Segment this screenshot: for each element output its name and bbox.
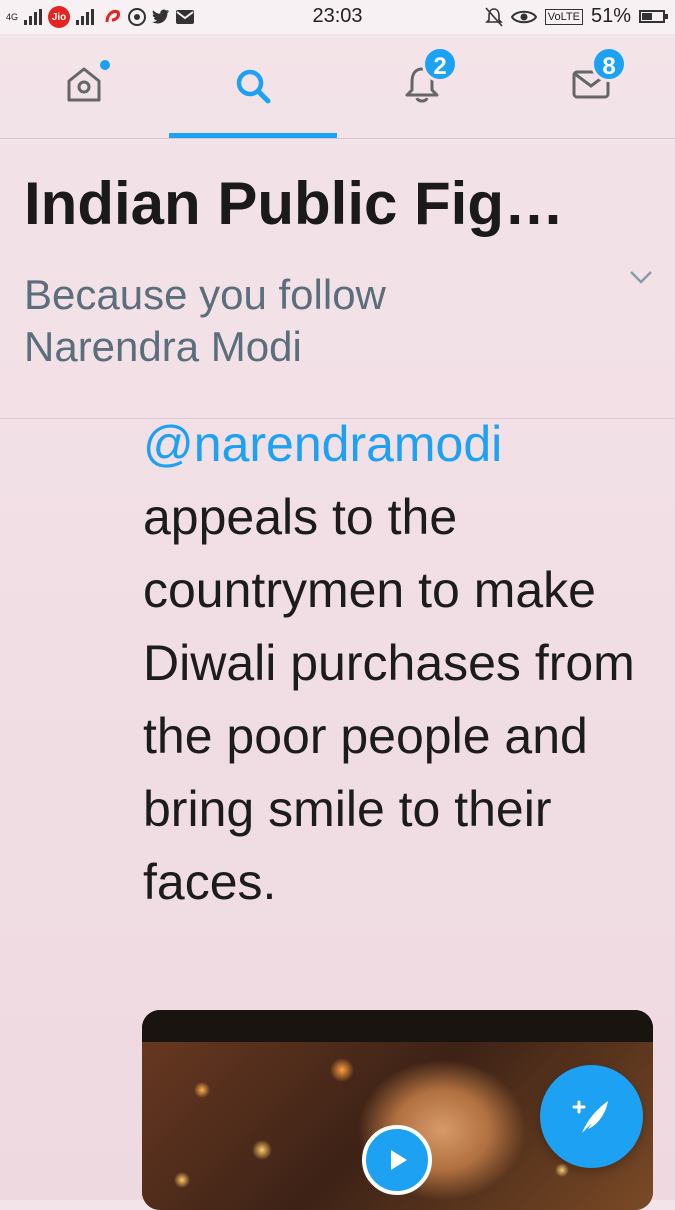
compose-tweet-button[interactable] [540, 1065, 643, 1168]
notifications-badge: 2 [422, 45, 458, 82]
page-title: Indian Public Fig… [24, 170, 564, 237]
messages-badge: 8 [591, 45, 627, 82]
volte-indicator: VoLTE [544, 8, 583, 25]
mute-bell-icon [484, 6, 503, 27]
tab-notifications-icon-wrap: 2 [402, 45, 458, 109]
status-bar-right: VoLTE 51% [484, 5, 668, 28]
battery-icon [639, 10, 668, 23]
tab-messages[interactable]: 8 [507, 34, 675, 138]
battery-fill [642, 13, 653, 20]
tweet-mention-link[interactable]: @narendramodi [143, 408, 653, 481]
home-new-dot [100, 59, 110, 70]
tab-home[interactable] [0, 34, 168, 138]
header-menu-button[interactable] [629, 269, 653, 290]
status-bar: 4G Jio 23:03 VoLTE 51% [0, 0, 675, 34]
tab-search[interactable] [169, 34, 337, 138]
tab-bar: 2 8 [0, 34, 675, 139]
search-icon [236, 69, 271, 104]
eye-icon [510, 10, 537, 23]
tab-home-icon-wrap [64, 59, 110, 109]
tab-notifications[interactable]: 2 [338, 34, 506, 138]
compose-feather-icon [572, 1100, 608, 1133]
battery-percent: 51% [590, 5, 631, 27]
topic-header: Indian Public Fig… Because you follow Na… [0, 139, 675, 419]
page-subtitle: Because you follow Narendra Modi [24, 271, 386, 370]
active-tab-indicator [169, 133, 337, 138]
tweet-body: appeals to the countrymen to make Diwali… [143, 489, 635, 910]
chevron-down-icon [630, 271, 652, 284]
tweet-text: @narendramodi appeals to the countrymen … [143, 408, 653, 919]
home-icon [67, 67, 101, 101]
video-top-band [142, 1010, 653, 1042]
play-button[interactable] [362, 1125, 432, 1195]
play-icon [391, 1150, 407, 1170]
tab-messages-icon-wrap: 8 [571, 45, 627, 109]
